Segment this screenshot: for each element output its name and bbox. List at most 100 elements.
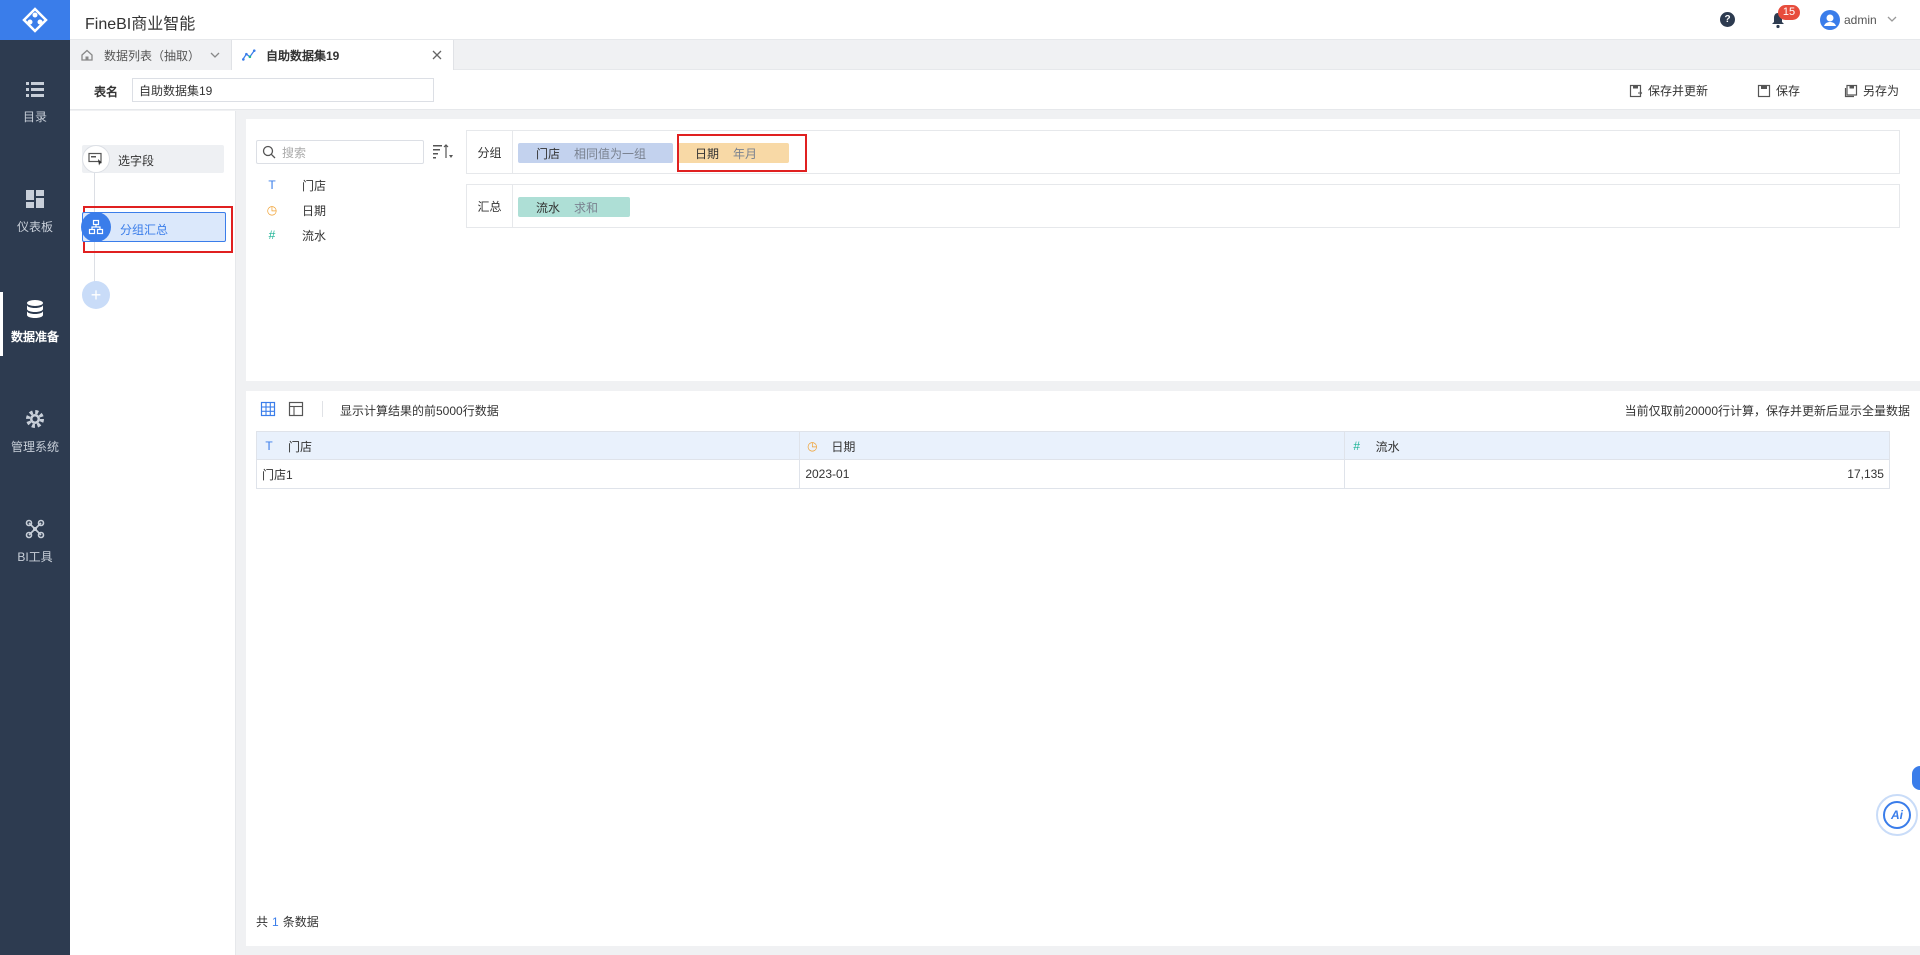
sort-icon[interactable]	[432, 143, 454, 161]
logo-icon	[22, 7, 48, 33]
select-fields-icon	[82, 145, 110, 173]
highlight-box	[677, 134, 807, 172]
nav-label: 数据准备	[10, 330, 59, 344]
tab-label: 自助数据集19	[266, 48, 340, 63]
database-icon	[27, 300, 43, 318]
help-icon[interactable]: ?	[1720, 12, 1735, 27]
nav-label: BI工具	[17, 550, 53, 564]
group-summary-icon	[81, 212, 111, 242]
table-cell: 门店1	[257, 460, 801, 488]
table-cell: 2023-01	[800, 460, 1345, 488]
table-name-input[interactable]: 自助数据集19	[132, 78, 434, 102]
step-label: 分组汇总	[120, 223, 169, 237]
table-header: T 门店 ◷ 日期 # 流水	[257, 432, 1889, 460]
table-cell: 17,135	[1847, 467, 1884, 481]
nav-label: 目录	[22, 110, 47, 124]
nav-item-data-prep[interactable]: 数据准备	[0, 292, 70, 358]
nav-item-catalog[interactable]: 目录	[0, 78, 70, 138]
row-count: 共 1 条数据	[256, 913, 319, 930]
gear-icon	[26, 410, 44, 428]
field-item-store[interactable]: T 门店	[266, 176, 326, 194]
column-header-store[interactable]: T 门店	[257, 432, 801, 460]
pill-field-name: 流水	[536, 200, 561, 215]
dataset-icon	[242, 49, 256, 61]
pill-mode: 求和	[574, 200, 599, 215]
nav-item-bi-tools[interactable]: BI工具	[0, 518, 70, 578]
row-count-number: 1	[272, 915, 279, 929]
step-select-fields[interactable]: 选字段	[82, 145, 224, 173]
close-icon[interactable]	[431, 49, 443, 61]
left-nav: 目录 仪表板 数据准备 管理系统 BI工具	[0, 0, 70, 955]
field-search-input[interactable]: 搜索	[256, 140, 424, 164]
text-field-icon: T	[265, 439, 273, 453]
column-header-date[interactable]: ◷ 日期	[800, 432, 1345, 460]
group-zone[interactable]: 分组 门店 相同值为一组 日期 年月	[466, 130, 1900, 174]
clock-icon: ◷	[807, 439, 818, 453]
preview-info-left: 显示计算结果的前5000行数据	[340, 404, 499, 418]
user-icon	[1824, 14, 1836, 26]
table-view-icon[interactable]	[260, 401, 276, 417]
search-placeholder: 搜索	[282, 145, 307, 160]
pill-field-name: 门店	[536, 146, 561, 161]
field-item-revenue[interactable]: # 流水	[266, 226, 326, 244]
group-summary-config: 搜索 T 门店 ◷ 日期 # 流水 分组 门店 相同值为一组 日期 年月 汇总	[246, 119, 1920, 381]
add-step-button[interactable]: +	[82, 281, 110, 309]
clock-icon: ◷	[266, 203, 278, 217]
step-group-summary[interactable]: 分组汇总	[81, 212, 226, 242]
column-name: 流水	[1375, 439, 1400, 454]
tab-label: 数据列表（抽取）	[104, 48, 201, 63]
table-name-bar: 表名 自助数据集19 保存并更新 保存 另存为	[70, 70, 1920, 110]
column-name: 日期	[831, 439, 856, 454]
divider	[322, 401, 323, 417]
home-icon	[81, 49, 93, 61]
text-field-icon: T	[268, 178, 276, 192]
chevron-down-icon[interactable]	[1886, 13, 1898, 25]
action-label: 另存为	[1863, 84, 1900, 98]
group-zone-label: 分组	[467, 131, 513, 173]
preview-table: T 门店 ◷ 日期 # 流水 门店1 2023-01 17,135	[256, 431, 1890, 489]
action-label: 保存	[1776, 84, 1801, 98]
list-icon	[26, 82, 44, 97]
tab-data-list[interactable]: 数据列表（抽取）	[70, 40, 232, 70]
field-name: 门店	[302, 178, 327, 193]
steps-panel: 选字段 分组汇总 +	[70, 111, 236, 955]
summary-zone[interactable]: 汇总 流水 求和	[466, 184, 1900, 228]
step-label: 选字段	[118, 154, 155, 168]
preview-info-right: 当前仅取前20000行计算，保存并更新后显示全量数据	[1624, 404, 1910, 418]
nav-item-dashboard[interactable]: 仪表板	[0, 188, 70, 248]
save-as-button[interactable]: 另存为	[1844, 82, 1899, 99]
save-and-update-button[interactable]: 保存并更新	[1629, 82, 1708, 99]
column-header-revenue[interactable]: # 流水	[1345, 432, 1889, 460]
summary-zone-label: 汇总	[467, 185, 513, 227]
ai-drawer-handle[interactable]	[1912, 766, 1920, 790]
action-label: 保存并更新	[1648, 84, 1709, 98]
data-preview: 显示计算结果的前5000行数据 当前仅取前20000行计算，保存并更新后显示全量…	[246, 391, 1920, 946]
summary-pill-revenue[interactable]: 流水 求和	[518, 197, 630, 217]
user-name[interactable]: admin	[1844, 13, 1877, 27]
field-name: 流水	[302, 228, 327, 243]
ai-assistant-button[interactable]: Ai	[1876, 794, 1918, 836]
field-item-date[interactable]: ◷ 日期	[266, 201, 326, 219]
row-count-prefix: 共	[256, 915, 269, 929]
save-icon	[1757, 84, 1771, 97]
number-field-icon: #	[1353, 439, 1360, 453]
column-name: 门店	[288, 439, 313, 454]
tab-self-service-dataset[interactable]: 自助数据集19	[232, 40, 454, 70]
chevron-down-icon[interactable]	[209, 49, 221, 61]
save-update-icon	[1629, 84, 1643, 97]
table-row: 门店1 2023-01 17,135	[257, 460, 1889, 488]
app-logo[interactable]	[0, 0, 70, 40]
tools-icon	[25, 519, 45, 539]
tabs-bar: 数据列表（抽取） 自助数据集19	[70, 40, 1920, 70]
app-title: FineBI商业智能	[85, 16, 196, 33]
nav-label: 仪表板	[16, 220, 53, 234]
dashboard-icon	[26, 190, 44, 208]
avatar[interactable]	[1820, 10, 1840, 30]
save-button[interactable]: 保存	[1757, 82, 1800, 99]
number-field-icon: #	[268, 228, 276, 242]
pill-mode: 相同值为一组	[574, 146, 647, 161]
layout-view-icon[interactable]	[288, 401, 304, 417]
nav-item-admin[interactable]: 管理系统	[0, 408, 70, 468]
group-pill-store[interactable]: 门店 相同值为一组	[518, 143, 673, 163]
table-name-label: 表名	[94, 85, 119, 99]
